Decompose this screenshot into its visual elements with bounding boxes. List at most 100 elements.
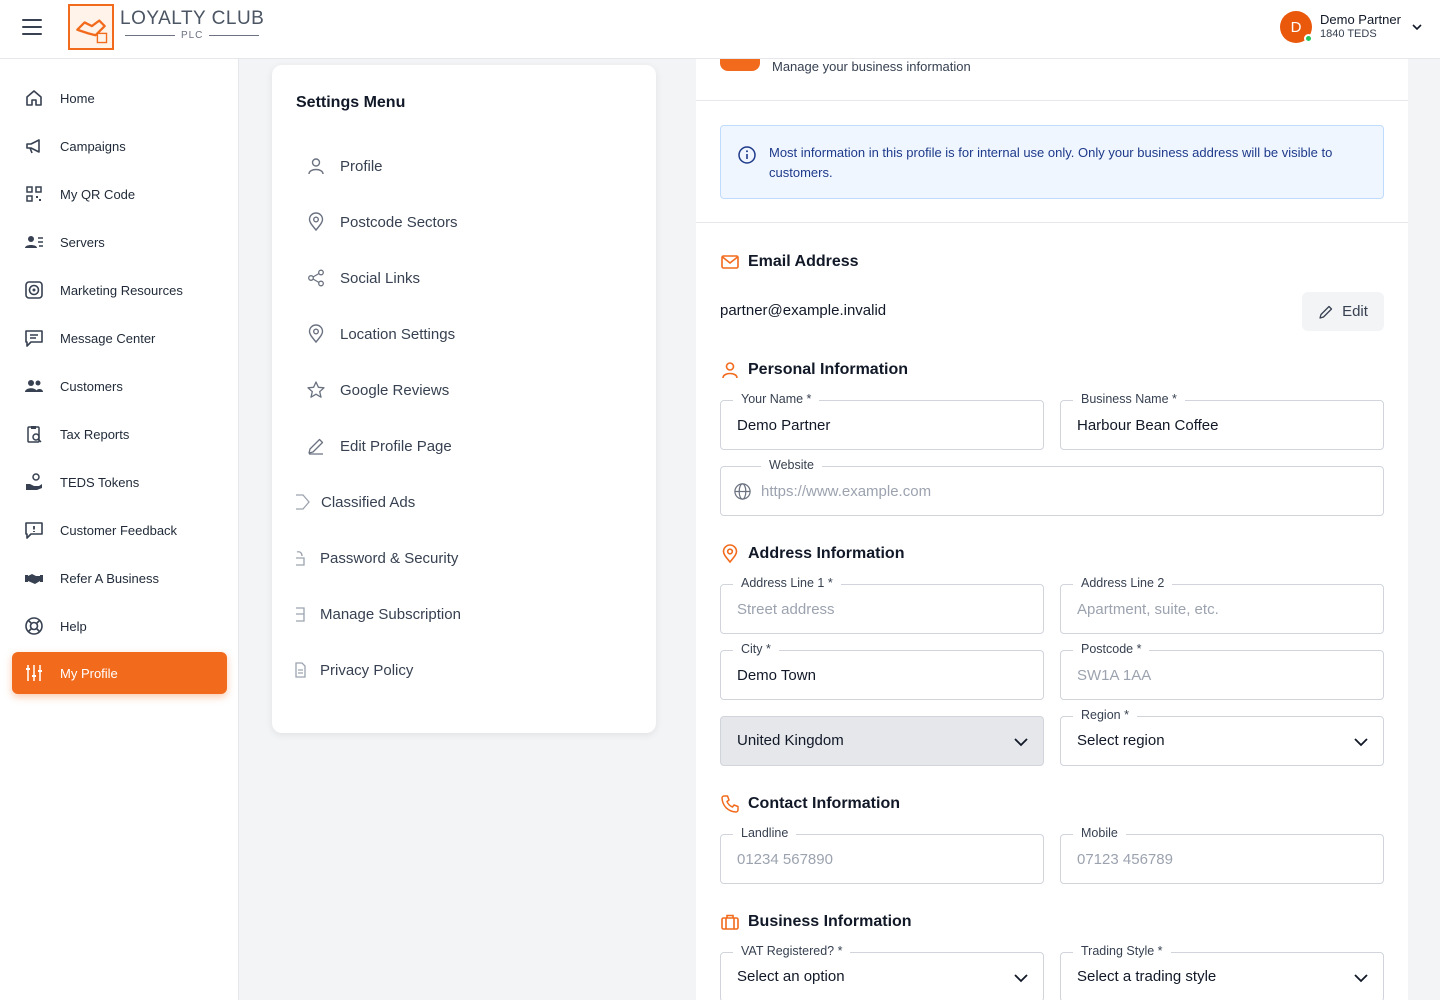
logo[interactable]: LOYALTY CLUB PLC [68,4,264,50]
address-line1-input[interactable] [737,585,1027,633]
address-line2-input[interactable] [1077,585,1367,633]
section-accent [720,59,760,71]
sidebar-item-message-center[interactable]: Message Center [12,317,227,359]
settings-item-location-settings[interactable]: Location Settings [306,319,455,349]
handshake-icon [25,574,43,584]
sidebar-item-help[interactable]: Help [12,605,227,647]
user-menu[interactable]: D Demo Partner 1840 TEDS [1280,11,1423,43]
address-line2-field: Address Line 2 [1060,576,1384,634]
region-select[interactable]: Region * Select region [1060,708,1384,766]
info-icon [738,146,756,164]
sidebar-item-teds-tokens[interactable]: TEDS Tokens [12,461,227,503]
user-icon [308,158,324,175]
map-pin-icon [722,544,738,564]
divider [696,100,1408,101]
home-icon [26,90,42,106]
star-icon [307,381,325,398]
megaphone-icon [26,139,40,154]
sidebar-item-marketing-resources[interactable]: Marketing Resources [12,269,227,311]
email-section-heading: Email Address [720,252,859,272]
info-alert-text: Most information in this profile is for … [769,145,1333,180]
info-alert: Most information in this profile is for … [720,125,1384,199]
mail-icon [721,255,739,269]
handshake-logo-icon [68,4,114,50]
briefcase-icon [721,914,739,930]
chevron-down-icon [1354,974,1368,983]
business-section-heading: Business Information [720,912,912,932]
logo-subtitle: PLC [125,30,259,41]
city-field: City * [720,642,1044,700]
document-icon [295,662,306,678]
business-name-field: Business Name * [1060,392,1384,450]
sidebar-item-home[interactable]: Home [12,77,227,119]
users-list-icon [25,236,43,248]
settings-item-profile[interactable]: Profile [306,151,383,181]
share-icon [308,269,324,287]
settings-item-google-reviews[interactable]: Google Reviews [306,375,449,405]
settings-item-social-links[interactable]: Social Links [306,263,420,293]
website-input[interactable] [761,467,1391,515]
page-subtitle: Manage your business information [772,59,971,74]
qr-code-icon [26,186,42,202]
sidebar-item-customers[interactable]: Customers [12,365,227,407]
settings-menu: Settings Menu Profile Postcode Sectors S… [272,65,656,733]
your-name-input[interactable] [737,401,1027,449]
postcode-field: Postcode * [1060,642,1384,700]
email-value: partner@example.invalid [720,302,887,319]
target-icon [25,281,43,299]
sidebar-item-tax-reports[interactable]: Tax Reports [12,413,227,455]
sidebar-item-my-profile[interactable]: My Profile [12,652,227,694]
user-balance: 1840 TEDS [1320,28,1377,41]
map-pin-icon [308,212,324,232]
user-name: Demo Partner [1320,12,1401,27]
edit-email-button[interactable]: Edit [1302,292,1384,331]
trading-style-select[interactable]: Trading Style * Select a trading style [1060,944,1384,1000]
sidebar-item-servers[interactable]: Servers [12,221,227,263]
sidebar-item-refer-a-business[interactable]: Refer A Business [12,557,227,599]
mobile-field: Mobile [1060,826,1384,884]
menu-toggle-icon[interactable] [22,19,42,35]
sliders-icon [26,665,42,681]
chevron-down-icon [1014,974,1028,983]
vat-registered-select[interactable]: VAT Registered? * Select an option [720,944,1044,1000]
avatar: D [1280,11,1313,43]
postcode-input[interactable] [1077,651,1367,699]
website-field: Website [720,458,1391,516]
country-select[interactable]: United Kingdom [720,716,1044,766]
sidebar-item-customer-feedback[interactable]: Customer Feedback [12,509,227,551]
sidebar-item-campaigns[interactable]: Campaigns [12,125,227,167]
sidebar-item-qr-code[interactable]: My QR Code [12,173,227,215]
list-icon [296,607,305,622]
settings-item-postcode-sectors[interactable]: Postcode Sectors [306,207,458,237]
profile-form-panel: Manage your business information Most in… [696,59,1408,1000]
settings-item-privacy-policy[interactable]: Privacy Policy [292,655,413,685]
feedback-icon [25,522,43,539]
globe-icon [734,483,751,500]
landline-input[interactable] [737,835,1027,883]
user-icon [722,362,738,379]
landline-field: Landline [720,826,1044,884]
settings-item-classified-ads[interactable]: Classified Ads [292,487,415,517]
lock-icon [296,551,305,566]
city-input[interactable] [737,651,1027,699]
message-icon [25,330,43,347]
mobile-input[interactable] [1077,835,1367,883]
personal-section-heading: Personal Information [720,360,908,380]
map-pin-icon [308,324,324,344]
settings-item-password-security[interactable]: Password & Security [292,543,458,573]
address-section-heading: Address Information [720,544,904,564]
business-name-input[interactable] [1077,401,1367,449]
top-header: LOYALTY CLUB PLC D Demo Partner 1840 TED… [0,0,1440,59]
logo-title: LOYALTY CLUB [120,8,265,29]
sidebar: Home Campaigns My QR Code Servers Market… [0,59,239,1000]
phone-icon [721,795,739,813]
settings-item-edit-profile-page[interactable]: Edit Profile Page [306,431,452,461]
contact-section-heading: Contact Information [720,794,900,814]
report-icon [27,426,42,443]
chevron-down-icon [1014,738,1028,747]
divider [696,222,1408,223]
pencil-icon [1319,305,1333,319]
group-icon [25,380,43,392]
settings-item-manage-subscription[interactable]: Manage Subscription [292,599,461,629]
lifebuoy-icon [25,617,43,635]
